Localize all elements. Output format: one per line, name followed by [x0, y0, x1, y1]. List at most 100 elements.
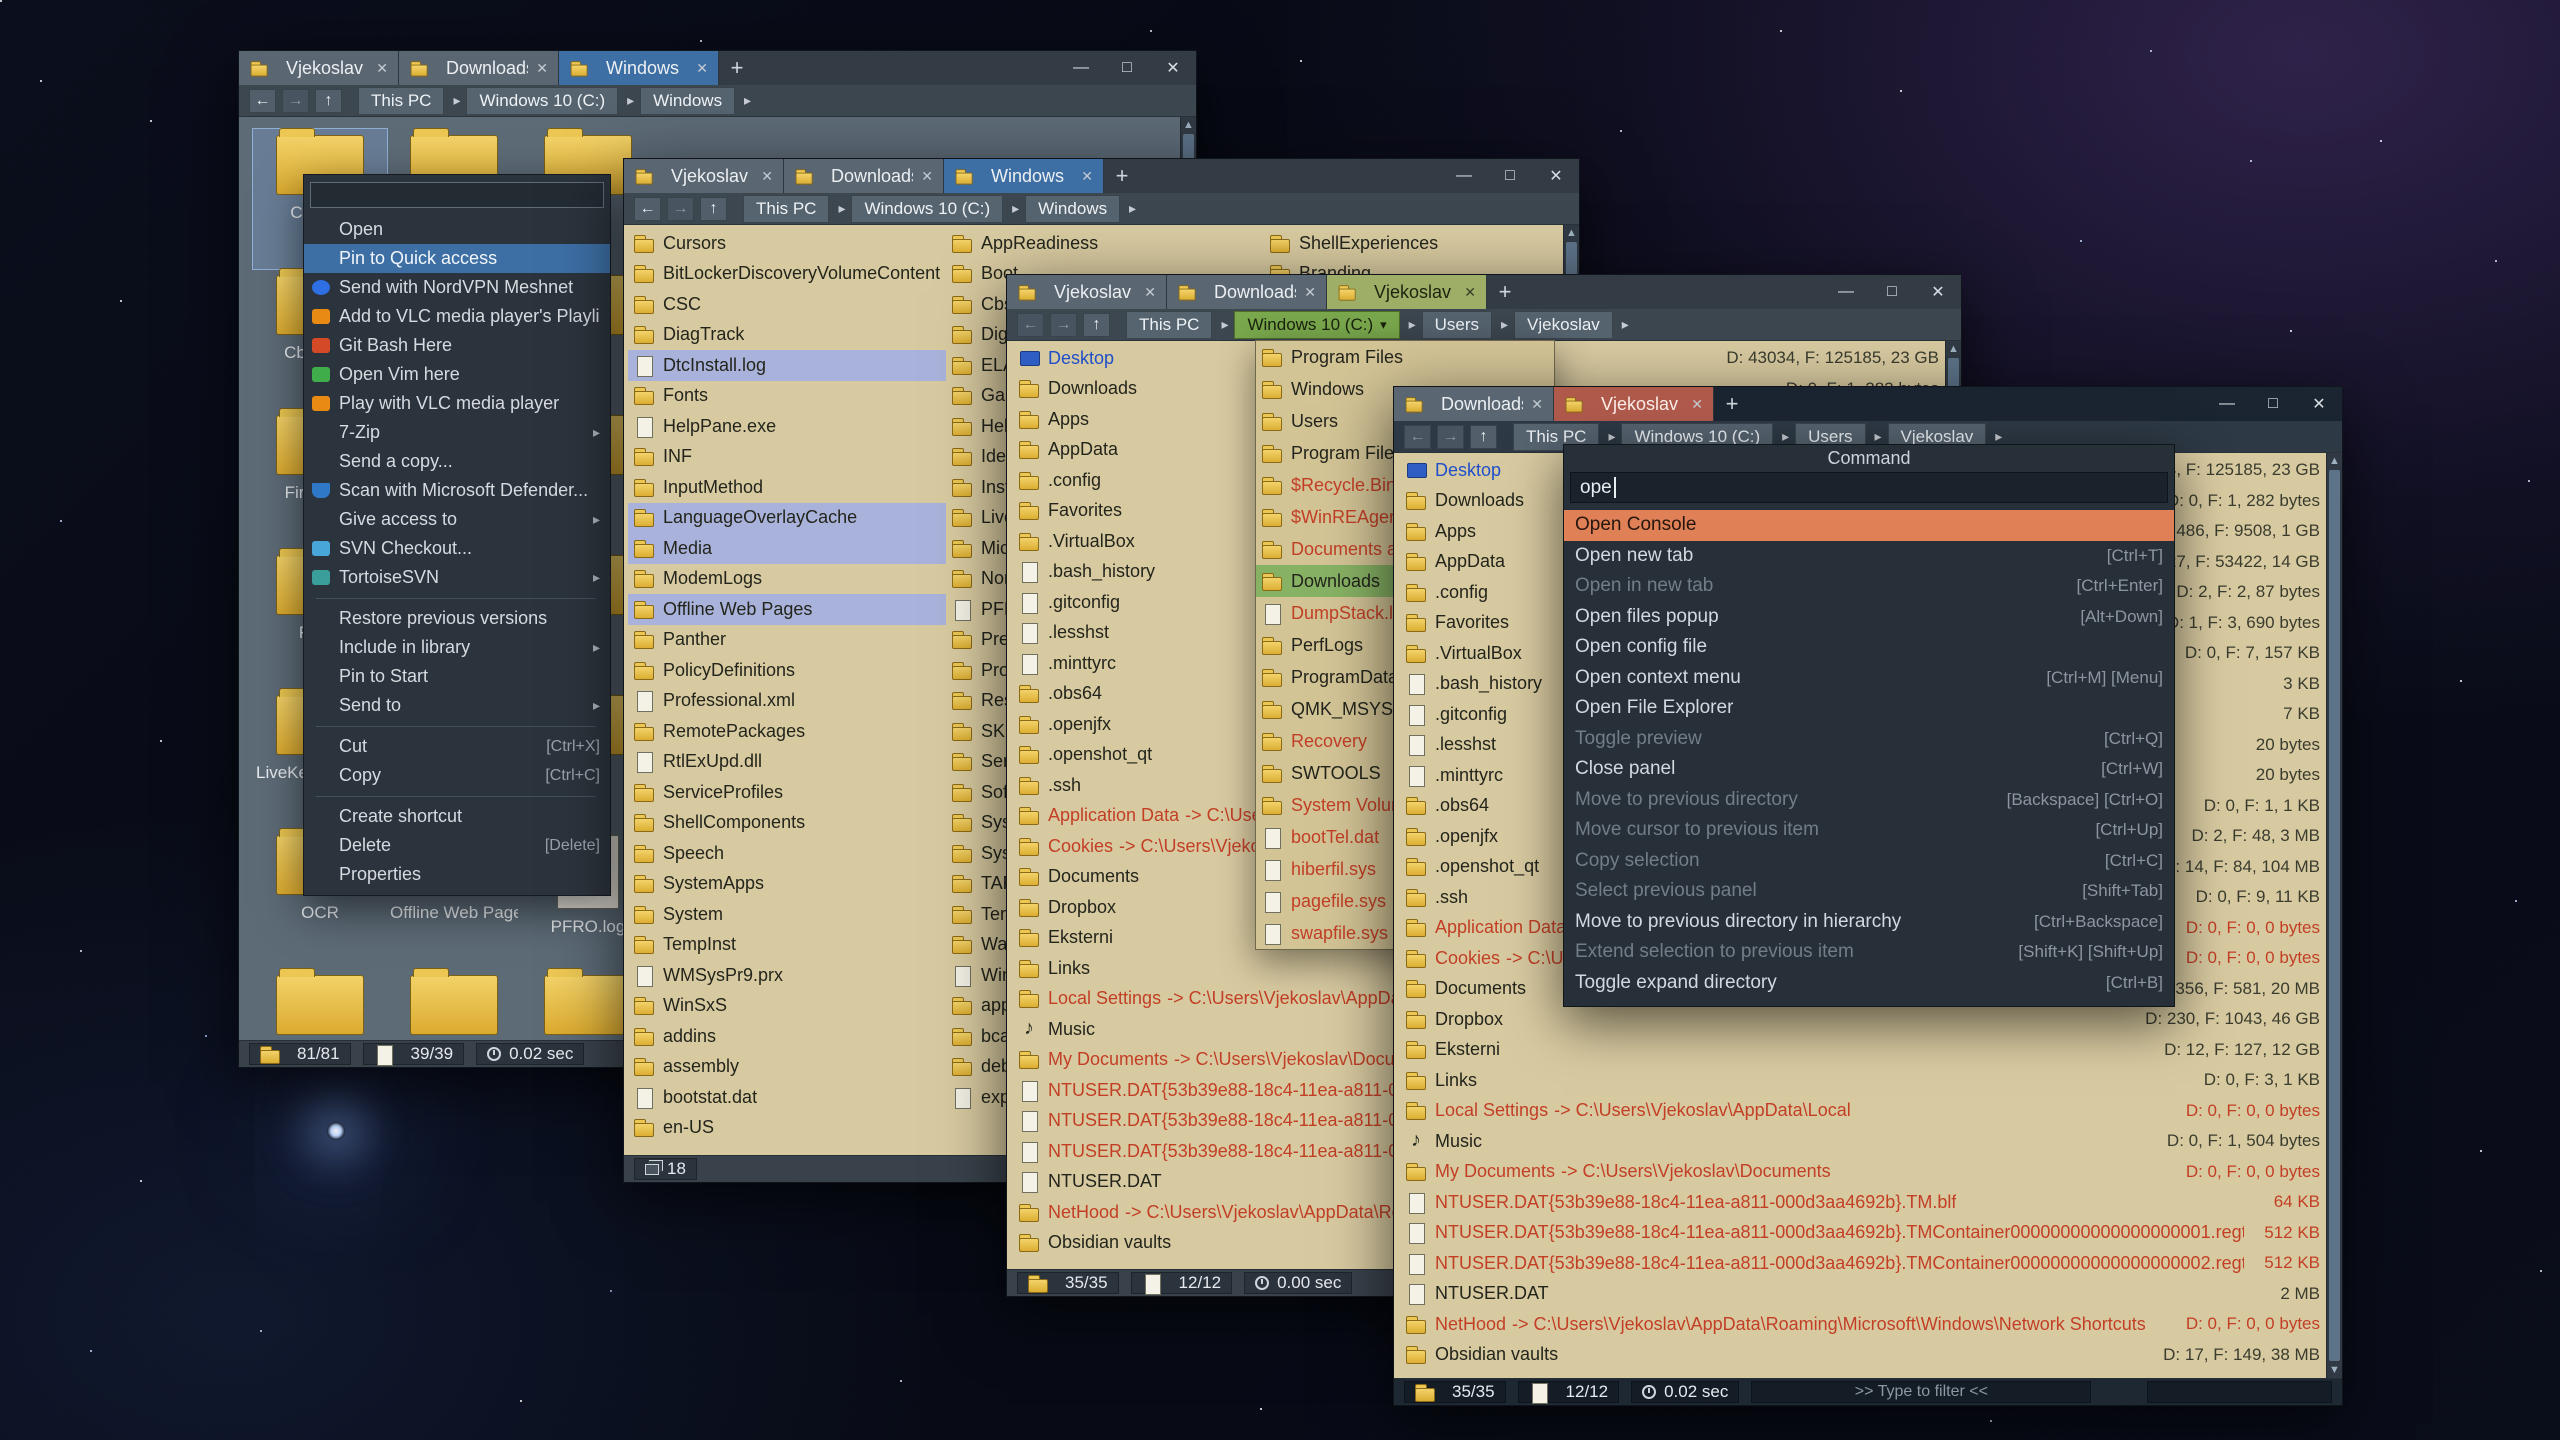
file-row[interactable]: NTUSER.DAT{53b39e88-18c4-11ea-a811-000d3… [1400, 1187, 2326, 1218]
file-row[interactable]: NTUSER.DAT{53b39e88-18c4-11ea-a811-000d3… [1400, 1248, 2326, 1279]
breadcrumb-segment[interactable]: Windows 10 (C:) ▾ [851, 195, 1003, 223]
file-row[interactable]: Cursors [628, 228, 946, 259]
breadcrumb-segment[interactable]: Users ▾ [1422, 311, 1492, 339]
command-palette-item[interactable]: Open Console [1564, 510, 2174, 541]
titlebar[interactable]: Vjekoslav ✕ Downloads ✕ Vjekoslav ✕ + — … [1007, 275, 1961, 309]
context-menu-item[interactable]: Send a copy... ▸ [304, 447, 610, 476]
command-palette-item[interactable]: Open context menu [Ctrl+M] [Menu] [1564, 663, 2174, 694]
scroll-down-icon[interactable]: ▼ [2327, 1362, 2342, 1378]
context-menu-item[interactable]: Send with NordVPN Meshnet ▸ [304, 273, 610, 302]
new-tab-button[interactable]: + [1487, 275, 1523, 309]
forward-button[interactable]: → [282, 89, 309, 113]
context-menu-item[interactable]: Open ▸ [304, 215, 610, 244]
context-menu-item[interactable]: Give access to ▸ [304, 505, 610, 534]
file-row[interactable]: Professional.xml [628, 686, 946, 717]
tab-close-icon[interactable]: ✕ [1144, 284, 1156, 301]
context-menu-item[interactable]: SVN Checkout... ▸ [304, 534, 610, 563]
context-menu-item[interactable]: Delete [Delete] ▸ [304, 831, 610, 860]
breadcrumb-segment[interactable]: Windows 10 (C:) ▾ [1234, 311, 1399, 339]
back-button[interactable]: ← [634, 197, 661, 221]
back-button[interactable]: ← [249, 89, 276, 113]
context-menu-item[interactable]: Include in library ▸ [304, 633, 610, 662]
file-row[interactable]: RtlExUpd.dll [628, 747, 946, 778]
command-palette-item[interactable]: Copy selection [Ctrl+C] [1564, 846, 2174, 877]
file-row[interactable]: DiagTrack [628, 320, 946, 351]
context-menu-item[interactable]: Git Bash Here ▸ [304, 331, 610, 360]
file-row[interactable]: BitLockerDiscoveryVolumeContents [628, 259, 946, 290]
command-palette-item[interactable]: Open config file [1564, 632, 2174, 663]
context-menu-item[interactable]: Copy [Ctrl+C] ▸ [304, 761, 610, 790]
command-palette-item[interactable]: Open files popup [Alt+Down] [1564, 602, 2174, 633]
up-button[interactable]: ↑ [315, 89, 342, 113]
tab-close-icon[interactable]: ✕ [696, 60, 708, 77]
file-row[interactable]: Offline Web Pages [628, 594, 946, 625]
file-row[interactable]: Links D: 0, F: 3, 1 KB [1400, 1065, 2326, 1096]
tab-close-icon[interactable]: ✕ [536, 60, 548, 77]
command-palette-item[interactable]: Extend selection to previous item [Shift… [1564, 937, 2174, 968]
breadcrumb-segment[interactable]: Windows 10 (C:) ▾ [466, 87, 618, 115]
maximize-button[interactable]: □ [1104, 51, 1150, 85]
file-row[interactable]: Eksterni D: 12, F: 127, 12 GB [1400, 1035, 2326, 1066]
context-menu-item[interactable]: Pin to Start ▸ [304, 662, 610, 691]
up-button[interactable]: ↑ [700, 197, 727, 221]
context-menu-item[interactable]: ▸ [304, 720, 610, 732]
command-palette-item[interactable]: Move cursor to previous item [Ctrl+Up] [1564, 815, 2174, 846]
scrollbar-thumb[interactable] [2329, 470, 2340, 1361]
tab-close-icon[interactable]: ✕ [1531, 396, 1543, 413]
command-input[interactable]: ope [1570, 472, 2168, 503]
minimize-button[interactable]: — [1823, 275, 1869, 309]
context-menu-item[interactable]: Create shortcut ▸ [304, 802, 610, 831]
context-menu-item[interactable]: Cut [Ctrl+X] ▸ [304, 732, 610, 761]
file-row[interactable]: RemotePackages [628, 716, 946, 747]
new-tab-button[interactable]: + [1714, 387, 1750, 421]
tab-close-icon[interactable]: ✕ [921, 168, 933, 185]
up-button[interactable]: ↑ [1470, 425, 1497, 449]
file-row[interactable]: NetHood -> C:\Users\Vjekoslav\AppData\Ro… [1400, 1309, 2326, 1340]
file-row[interactable]: Obsidian vaults D: 17, F: 149, 38 MB [1400, 1340, 2326, 1371]
close-button[interactable]: ✕ [1915, 275, 1961, 309]
close-button[interactable]: ✕ [1533, 159, 1579, 193]
file-row[interactable]: ShellExperiences [1264, 228, 1579, 259]
command-palette-item[interactable]: Open new tab [Ctrl+T] [1564, 541, 2174, 572]
context-menu-item[interactable]: Properties ▸ [304, 860, 610, 889]
file-row[interactable]: HelpPane.exe [628, 411, 946, 442]
tab[interactable]: Downloads ✕ [784, 159, 944, 193]
file-row[interactable]: CSC [628, 289, 946, 320]
up-button[interactable]: ↑ [1083, 313, 1110, 337]
file-row[interactable]: LanguageOverlayCache [628, 503, 946, 534]
minimize-button[interactable]: — [1058, 51, 1104, 85]
back-button[interactable]: ← [1017, 313, 1044, 337]
command-palette-item[interactable]: Close panel [Ctrl+W] [1564, 754, 2174, 785]
file-row[interactable]: ServiceProfiles [628, 777, 946, 808]
context-menu-item[interactable]: TortoiseSVN ▸ [304, 563, 610, 592]
titlebar[interactable]: Vjekoslav ✕ Downloads ✕ Windows ✕ + — □ … [239, 51, 1196, 85]
command-palette-item[interactable]: Open File Explorer [1564, 693, 2174, 724]
command-palette-item[interactable]: Toggle expand directory [Ctrl+B] [1564, 968, 2174, 999]
file-row[interactable]: SystemApps [628, 869, 946, 900]
folder-tile[interactable]: Prefetch [387, 969, 521, 1040]
file-row[interactable]: Fonts [628, 381, 946, 412]
context-menu-item[interactable]: Pin to Quick access ▸ [304, 244, 610, 273]
file-row[interactable]: Media [628, 533, 946, 564]
filter-input[interactable]: >> Type to filter << [1751, 1381, 2091, 1403]
file-row[interactable]: Local Settings -> C:\Users\Vjekoslav\App… [1400, 1096, 2326, 1127]
rename-input[interactable] [310, 182, 604, 208]
file-row[interactable]: AppReadiness [946, 228, 1264, 259]
new-tab-button[interactable]: + [719, 51, 755, 85]
context-menu-item[interactable]: 7-Zip ▸ [304, 418, 610, 447]
file-row[interactable]: My Documents -> C:\Users\Vjekoslav\Docum… [1400, 1157, 2326, 1188]
file-row[interactable]: Music D: 0, F: 1, 504 bytes [1400, 1126, 2326, 1157]
file-row[interactable]: bootstat.dat [628, 1082, 946, 1113]
scrollbar[interactable]: ▲ ▼ [2326, 453, 2342, 1378]
maximize-button[interactable]: □ [1869, 275, 1915, 309]
back-button[interactable]: ← [1404, 425, 1431, 449]
file-row[interactable]: WinSxS [628, 991, 946, 1022]
file-row[interactable]: ModemLogs [628, 564, 946, 595]
file-row[interactable]: WMSysPr9.prx [628, 960, 946, 991]
folder-tile[interactable]: PolicyDefinitions [253, 969, 387, 1040]
breadcrumb-segment[interactable]: Vjekoslav ▾ [1514, 311, 1613, 339]
tab[interactable]: Windows ✕ [559, 51, 719, 85]
file-row[interactable]: Dropbox D: 230, F: 1043, 46 GB [1400, 1004, 2326, 1035]
file-row[interactable]: ShellComponents [628, 808, 946, 839]
new-tab-button[interactable]: + [1104, 159, 1140, 193]
